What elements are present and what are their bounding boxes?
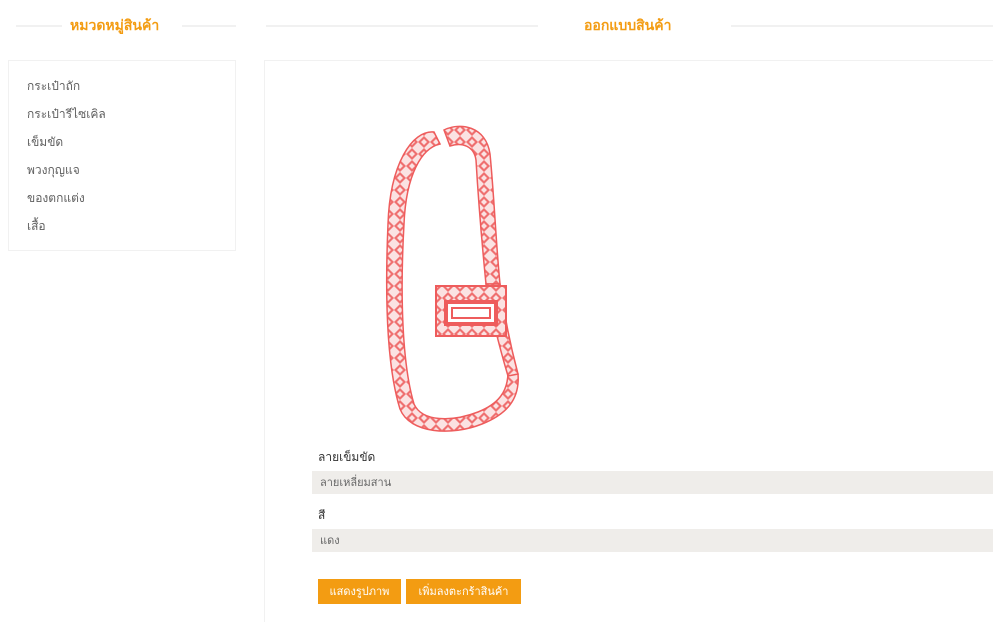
pattern-label: ลายเข็มขัด: [318, 450, 376, 464]
belt-right-strap: [443, 125, 501, 285]
pattern-select[interactable]: ลายเหลี่ยมสาน: [312, 471, 993, 494]
belt-preview-image: [385, 125, 519, 432]
category-sidebar: กระเป๋าถัก กระเป๋ารีไซเคิล เข็มขัด พวงกุ…: [8, 60, 236, 251]
sidebar-header-line-right: [182, 25, 236, 27]
add-to-cart-button[interactable]: เพิ่มลงตะกร้าสินค้า: [406, 579, 521, 604]
category-item-recycled-bag[interactable]: กระเป๋ารีไซเคิล: [27, 105, 106, 133]
color-select[interactable]: แดง: [312, 529, 993, 552]
category-item-belt[interactable]: เข็มขัด: [27, 133, 106, 161]
main-header-line-left: [266, 25, 538, 27]
main-title: ออกแบบสินค้า: [584, 18, 672, 34]
category-item-decoration[interactable]: ของตกแต่ง: [27, 189, 106, 217]
category-list: กระเป๋าถัก กระเป๋ารีไซเคิล เข็มขัด พวงกุ…: [27, 77, 106, 245]
show-image-button[interactable]: แสดงรูปภาพ: [318, 579, 401, 604]
category-item-shirt[interactable]: เสื้อ: [27, 217, 106, 245]
category-item-crochet-bag[interactable]: กระเป๋าถัก: [27, 77, 106, 105]
sidebar-title: หมวดหมู่สินค้า: [70, 18, 160, 34]
color-label: สี: [318, 508, 326, 522]
sidebar-header-line-left: [16, 25, 62, 27]
category-item-keychain[interactable]: พวงกุญแจ: [27, 161, 106, 189]
main-header-line-right: [731, 25, 993, 27]
